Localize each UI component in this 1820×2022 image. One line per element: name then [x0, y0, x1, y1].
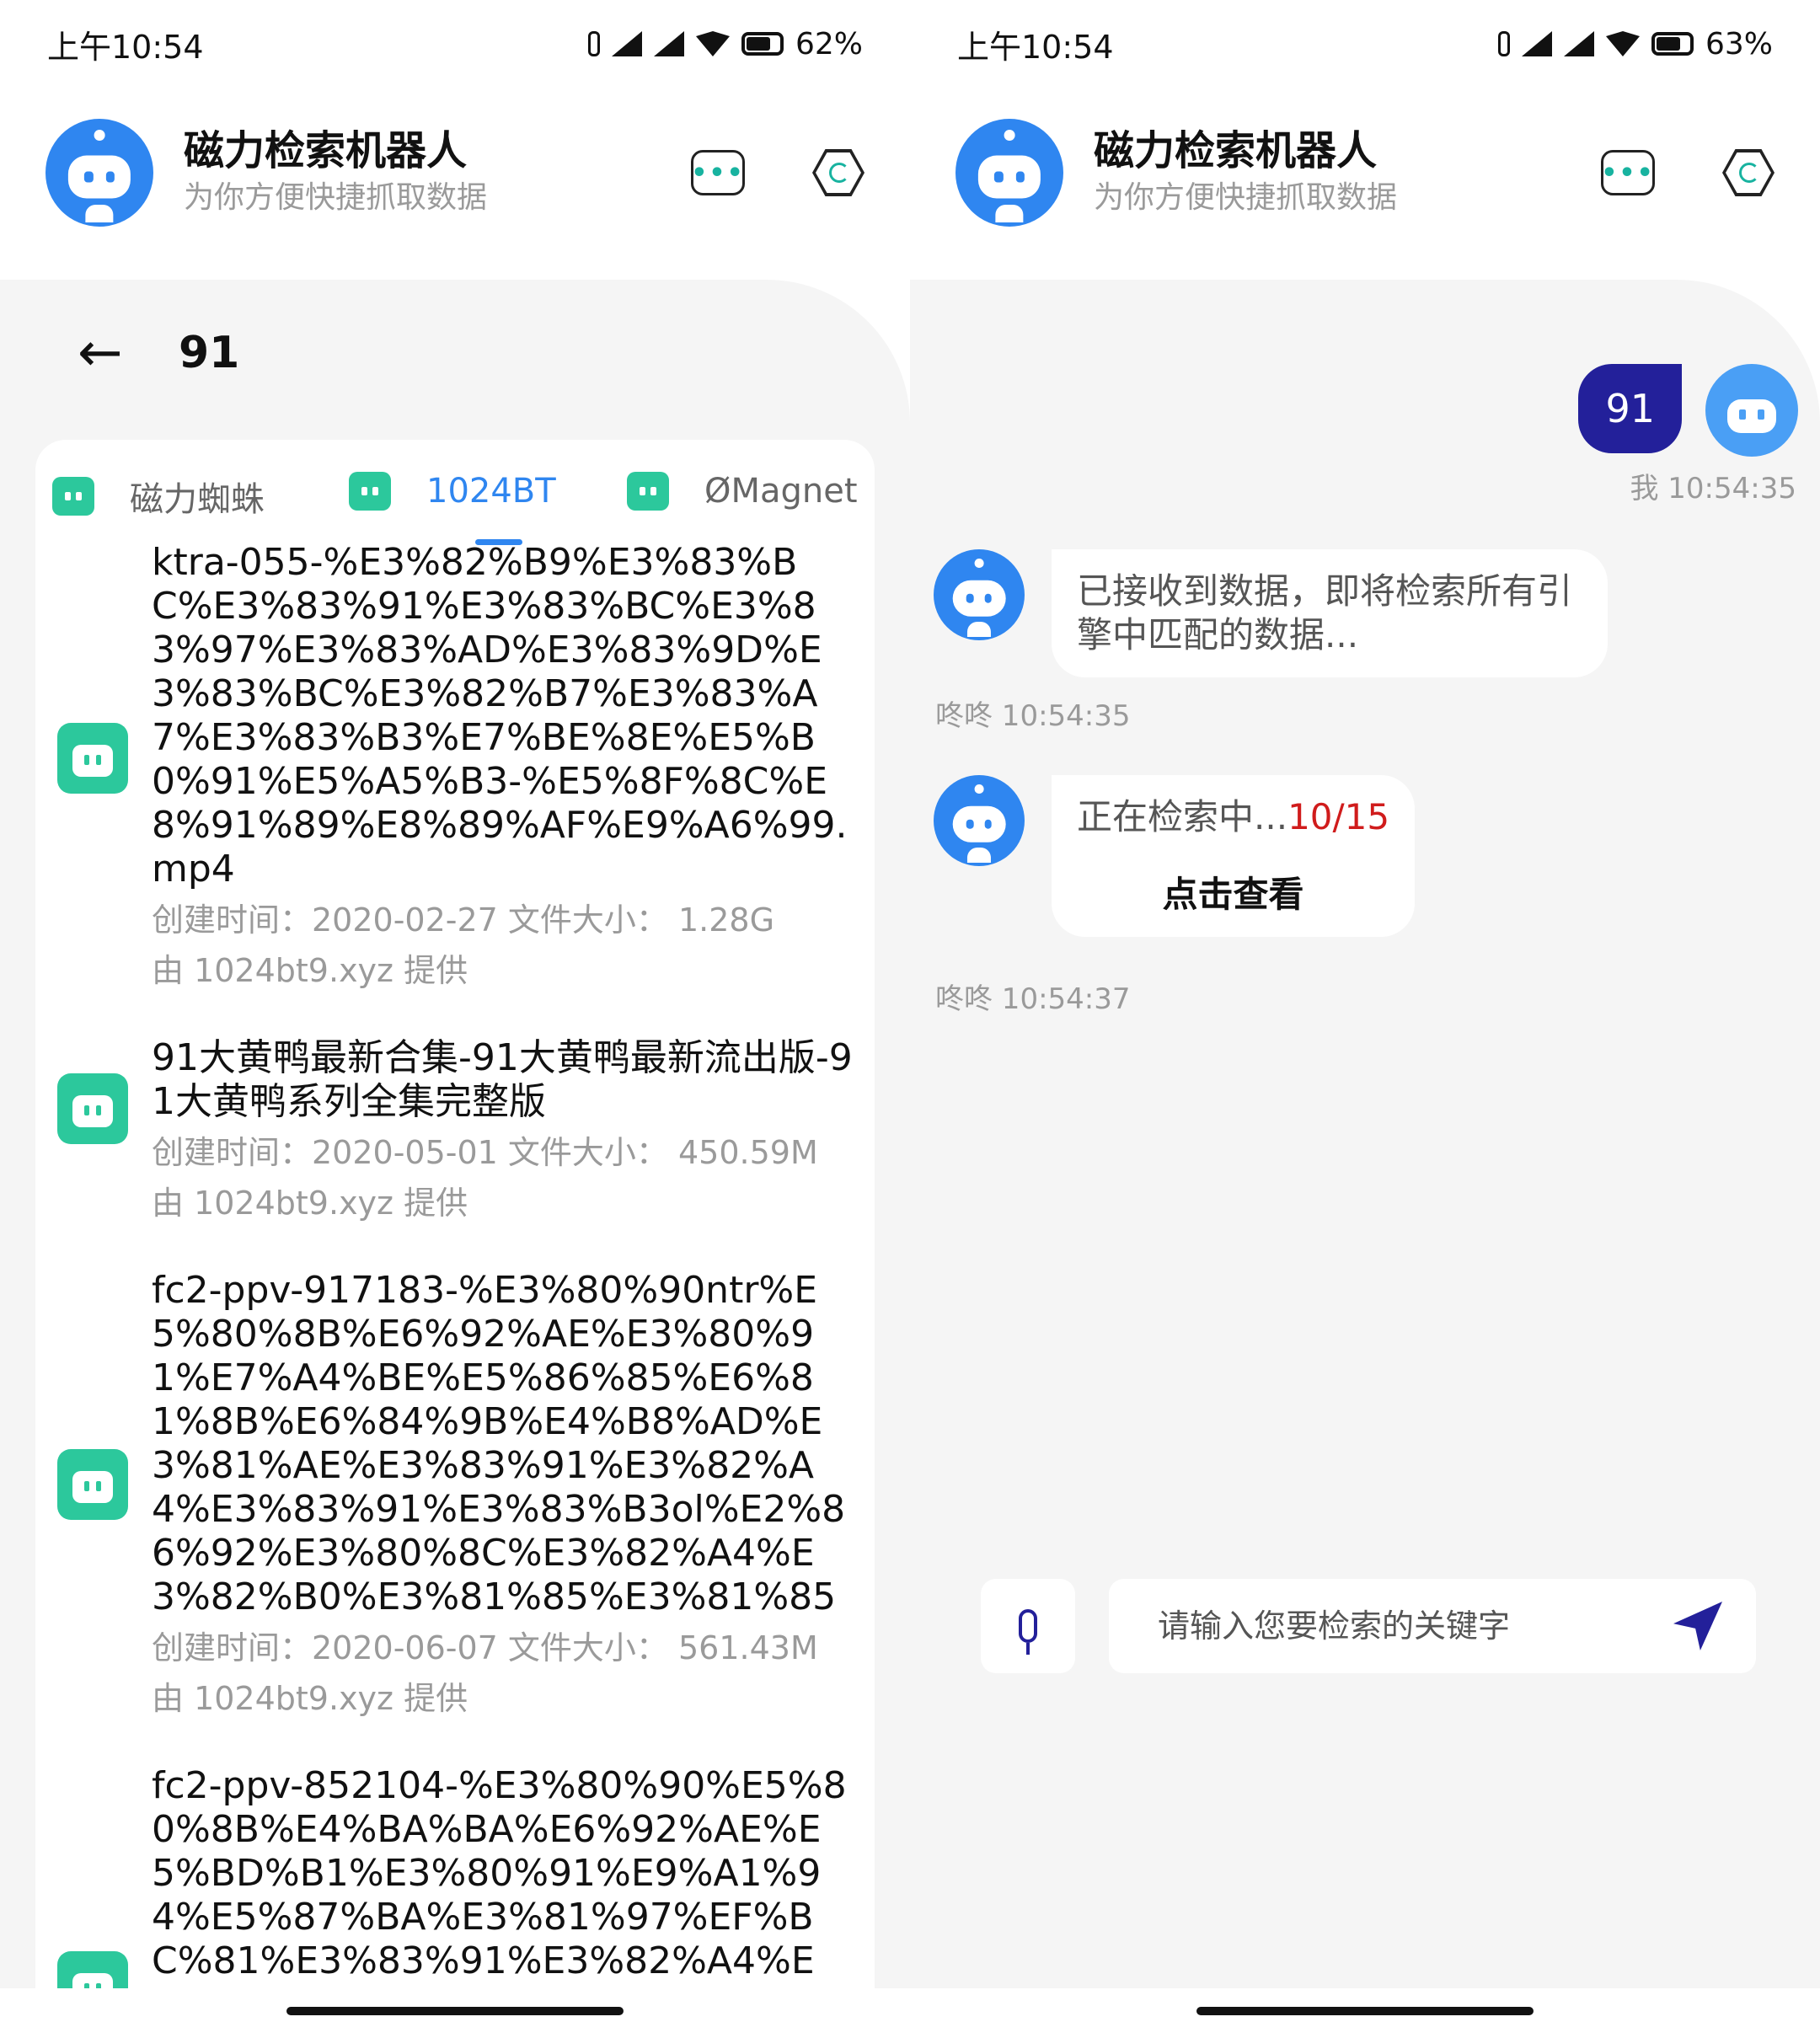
search-input-box[interactable]	[1109, 1579, 1756, 1673]
result-source: 由 1024bt9.xyz 提供	[152, 952, 468, 989]
battery-level: 63%	[1705, 26, 1773, 62]
microphone-icon	[1019, 1609, 1037, 1643]
robot-tab-icon	[52, 477, 94, 516]
app-subtitle: 为你方便快捷抓取数据	[1094, 180, 1398, 215]
bot-progress-bubble: 正在检索中...10/15 点击查看	[1052, 775, 1416, 937]
result-name: fc2-ppv-917183-%E3%80%90ntr%E5%80%8B%E6%…	[152, 1269, 846, 1618]
battery-icon	[1651, 32, 1694, 56]
progress-count: 10/15	[1287, 796, 1390, 837]
status-time: 上午10:54	[47, 28, 204, 66]
home-indicator[interactable]	[1196, 2007, 1534, 2015]
user-timestamp: 我 10:54:35	[1630, 472, 1796, 506]
signal-icon-2	[653, 31, 684, 56]
robot-avatar-icon	[934, 549, 1025, 640]
result-item[interactable]: fc2-ppv-917183-%E3%80%90ntr%E5%80%8B%E6%…	[35, 1269, 875, 1764]
progress-text: 正在检索中...	[1077, 796, 1288, 837]
tab-cili-spider[interactable]: 磁力蜘蛛	[52, 472, 265, 521]
app-title: 磁力检索机器人	[1094, 127, 1378, 174]
hexagon-icon[interactable]	[1722, 149, 1774, 196]
robot-avatar-icon	[934, 775, 1025, 866]
robot-avatar-icon	[46, 119, 153, 227]
arrow-left-icon[interactable]: ←	[78, 322, 136, 384]
signal-icon	[611, 31, 642, 56]
user-bubble[interactable]: 91	[1578, 364, 1682, 453]
status-time: 上午10:54	[957, 28, 1114, 66]
status-icons: 63%	[1497, 26, 1773, 62]
user-message: 91	[1578, 364, 1798, 457]
result-meta: 创建时间：2020-06-07 文件大小： 561.43M	[152, 1629, 818, 1666]
user-avatar-icon[interactable]	[1705, 364, 1798, 457]
app-title: 磁力检索机器人	[184, 127, 468, 174]
signal-icon-2	[1563, 31, 1594, 56]
composer-bar	[981, 1579, 1756, 1673]
more-dots-icon[interactable]: •••	[691, 150, 745, 195]
app-header: 磁力检索机器人 为你方便快捷抓取数据 •••	[46, 118, 864, 227]
nav-area	[910, 1988, 1820, 2022]
battery-level: 62%	[795, 26, 863, 62]
result-name: fc2-ppv-852104-%E3%80%90%E5%80%8B%E4%BA%…	[152, 1764, 847, 1990]
bluetooth-icon	[587, 31, 600, 56]
bot-message: 已接收到数据，即将检索所有引擎中匹配的数据...	[934, 549, 1608, 677]
nav-area	[0, 1988, 910, 2022]
view-results-button[interactable]: 点击查看	[1077, 873, 1389, 917]
left-screen: 上午10:54 62% 磁力检索机器人 为你方便快捷抓取数据 ••• ← 91	[0, 0, 910, 2022]
robot-result-icon	[57, 723, 128, 794]
status-bar: 上午10:54 62%	[47, 20, 863, 67]
tab-omagnet[interactable]: ØMagnet	[627, 472, 858, 511]
bot-bubble: 已接收到数据，即将检索所有引擎中匹配的数据...	[1052, 549, 1608, 677]
result-name: ktra-055-%E3%82%B9%E3%83%BC%E3%83%91%E3%…	[152, 541, 848, 891]
app-header: 磁力检索机器人 为你方便快捷抓取数据 •••	[956, 118, 1774, 227]
bot-message: 正在检索中...10/15 点击查看	[934, 775, 1416, 937]
hexagon-icon[interactable]	[812, 149, 864, 196]
chat-area: 91 我 10:54:35 已接收到数据，即将检索所有引擎中匹配的数据... 咚…	[910, 280, 1820, 1990]
bot-timestamp: 咚咚 10:54:35	[935, 699, 1131, 733]
battery-icon	[741, 32, 784, 56]
wifi-icon	[1605, 31, 1640, 56]
home-indicator[interactable]	[286, 2007, 624, 2015]
results-card: 磁力蜘蛛 1024BT ØMagnet ktra-055-%E3%82%B9%E…	[35, 440, 875, 1990]
content-area: ← 91 磁力蜘蛛 1024BT ØMagnet ktra-055-%E3%82…	[0, 280, 910, 1990]
bluetooth-icon	[1497, 31, 1510, 56]
app-subtitle: 为你方便快捷抓取数据	[184, 180, 488, 215]
search-query: 91	[179, 328, 240, 378]
engine-tabs: 磁力蜘蛛 1024BT ØMagnet	[35, 440, 875, 558]
result-item[interactable]: fc2-ppv-852104-%E3%80%90%E5%80%8B%E4%BA%…	[35, 1764, 875, 1990]
bot-timestamp: 咚咚 10:54:37	[935, 982, 1131, 1016]
robot-tab-icon	[349, 472, 391, 511]
status-icons: 62%	[587, 26, 863, 62]
status-bar: 上午10:54 63%	[957, 20, 1773, 67]
tab-1024bt[interactable]: 1024BT	[349, 472, 556, 511]
robot-avatar-icon	[956, 119, 1063, 227]
keyword-input[interactable]	[1156, 1607, 1673, 1645]
robot-result-icon	[57, 1073, 128, 1144]
more-dots-icon[interactable]: •••	[1601, 150, 1655, 195]
robot-tab-icon	[627, 472, 669, 511]
wifi-icon	[695, 31, 730, 56]
result-item[interactable]: 91大黄鸭最新合集-91大黄鸭最新流出版-91大黄鸭系列全集完整版 创建时间：2…	[35, 1036, 875, 1269]
signal-icon	[1521, 31, 1552, 56]
result-source: 由 1024bt9.xyz 提供	[152, 1680, 468, 1717]
microphone-button[interactable]	[981, 1579, 1075, 1673]
result-meta: 创建时间：2020-02-27 文件大小： 1.28G	[152, 901, 775, 939]
robot-result-icon	[57, 1951, 128, 1990]
result-meta: 创建时间：2020-05-01 文件大小： 450.59M	[152, 1134, 818, 1171]
result-source: 由 1024bt9.xyz 提供	[152, 1185, 468, 1222]
result-item[interactable]: ktra-055-%E3%82%B9%E3%83%BC%E3%83%91%E3%…	[35, 541, 875, 1036]
robot-result-icon	[57, 1449, 128, 1520]
result-name: 91大黄鸭最新合集-91大黄鸭最新流出版-91大黄鸭系列全集完整版	[152, 1036, 853, 1123]
send-icon[interactable]	[1673, 1602, 1722, 1650]
right-screen: 上午10:54 63% 磁力检索机器人 为你方便快捷抓取数据 ••• 91 我 …	[910, 0, 1820, 2022]
